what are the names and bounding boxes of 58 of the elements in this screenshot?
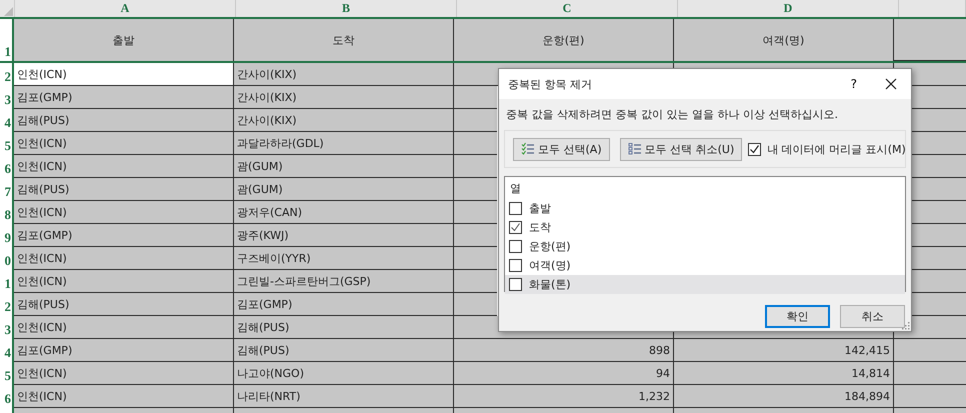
table-cell: 94 xyxy=(454,362,674,385)
table-cell: 인천(ICN) xyxy=(14,247,234,270)
table-cell: 김포(GMP) xyxy=(14,339,234,362)
table-cell: 인천(ICN) xyxy=(14,362,234,385)
table-cell: 간사이(KIX) xyxy=(234,63,454,86)
column-header[interactable]: B xyxy=(236,0,457,17)
header-cell: 출발 xyxy=(14,19,234,61)
table-cell: 184,894 xyxy=(674,385,894,408)
table-cell: 14,814 xyxy=(674,362,894,385)
table-cell: 김해(PUS) xyxy=(234,339,454,362)
table-cell: 인천(ICN) xyxy=(14,385,234,408)
table-cell: 나리타(NRT) xyxy=(234,385,454,408)
table-cell: 1,232 xyxy=(454,385,674,408)
table-cell: 괌(GUM) xyxy=(234,155,454,178)
table-cell: 142,415 xyxy=(674,339,894,362)
help-button[interactable]: ? xyxy=(848,77,859,91)
header-cell: 도착 xyxy=(234,19,454,61)
table-cell: 구즈베이(YYR) xyxy=(234,247,454,270)
cancel-button[interactable]: 취소 xyxy=(840,305,905,328)
list-header: 열 xyxy=(510,181,521,196)
table-cell: 광주(KWJ) xyxy=(234,224,454,247)
table-cell: 김해(PUS) xyxy=(14,178,234,201)
header-cell: 여객(명) xyxy=(674,19,894,61)
column-list-item[interactable]: 여객(명) xyxy=(505,256,905,275)
dialog-title: 중복된 항목 제거 xyxy=(508,76,593,92)
column-list-item[interactable]: 출발 xyxy=(505,199,905,218)
table-cell: 인천(ICN) xyxy=(14,63,234,86)
column-header[interactable]: D xyxy=(678,0,899,17)
table-cell: 인천(ICN) xyxy=(14,132,234,155)
header-cell: 운항(편) xyxy=(454,19,674,61)
table-cell: 인천(ICN) xyxy=(14,316,234,339)
column-list-item[interactable]: 화물(톤) xyxy=(505,275,905,294)
checkbox-label: 내 데이터에 머리글 표시(M) xyxy=(767,142,906,156)
table-cell: 나고야(NGO) xyxy=(234,362,454,385)
table-cell: 인천(ICN) xyxy=(14,155,234,178)
table-cell: 김해(PUS) xyxy=(14,293,234,316)
table-cell: 김포(GMP) xyxy=(14,224,234,247)
column-header[interactable]: A xyxy=(15,0,236,17)
table-cell: 김포(GMP) xyxy=(14,86,234,109)
table-cell: 괌(GUM) xyxy=(234,178,454,201)
select-all-button[interactable]: 모두 선택(A) xyxy=(513,138,610,160)
table-cell: 898 xyxy=(454,339,674,362)
column-header[interactable]: C xyxy=(457,0,678,17)
table-cell: 인천(ICN) xyxy=(14,201,234,224)
table-cell: 인천(ICN) xyxy=(14,270,234,293)
column-list-item[interactable]: 도착 xyxy=(505,218,905,237)
instruction-text: 중복 값을 삭제하려면 중복 값이 있는 열을 하나 이상 선택하십시오. xyxy=(505,107,839,123)
table-cell: 김해(PUS) xyxy=(14,109,234,132)
table-cell: 그린빌-스파르탄버그(GSP) xyxy=(234,270,454,293)
table-cell: 과달라하라(GDL) xyxy=(234,132,454,155)
column-list-item[interactable]: 운항(편) xyxy=(505,237,905,256)
table-cell: 김해(PUS) xyxy=(234,316,454,339)
table-cell: 간사이(KIX) xyxy=(234,86,454,109)
table-cell: 김포(GMP) xyxy=(234,293,454,316)
ok-button[interactable]: 확인 xyxy=(765,305,830,328)
table-cell: 광저우(CAN) xyxy=(234,201,454,224)
unselect-all-button[interactable]: 모두 선택 취소(U) xyxy=(620,138,742,160)
table-cell: 간사이(KIX) xyxy=(234,109,454,132)
